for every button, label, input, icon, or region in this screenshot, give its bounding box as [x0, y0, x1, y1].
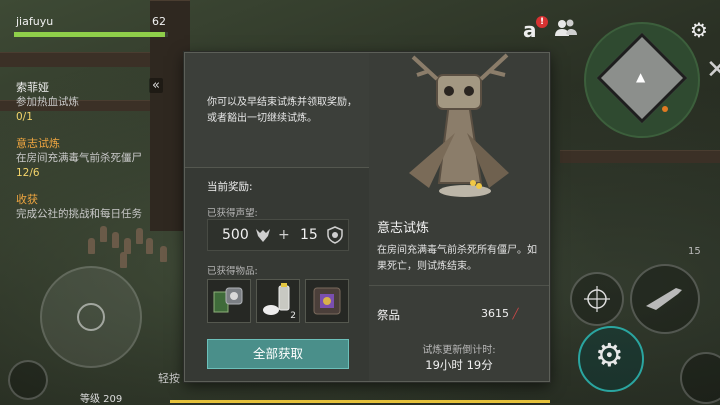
health-bar [14, 32, 168, 37]
quest-desc: 参加热血试炼 [16, 96, 79, 108]
player-level: 62 [152, 15, 166, 28]
craft-settings-button[interactable]: ⚙ [578, 326, 644, 392]
quest-desc: 在房间充满毒气前杀死僵尸 [16, 152, 142, 164]
plus-sign: + [278, 227, 290, 243]
purple-crate-icon [313, 287, 341, 315]
weapon-button[interactable] [630, 264, 700, 334]
reward-slot[interactable] [207, 279, 251, 323]
ammo-count: 15 [688, 246, 701, 257]
joystick-knob[interactable] [77, 303, 105, 331]
quest-item-sofia[interactable]: 索菲娅 参加热血试炼 0/1 [16, 80, 79, 125]
quest-title: 索菲娅 [16, 81, 49, 94]
reputation-box: 500 + 15 [207, 219, 349, 251]
poi-marker-icon [662, 106, 668, 112]
sacrifice-amount: 3615 [481, 307, 509, 320]
reputation-a-value: 500 [222, 227, 249, 243]
quest-title: 意志试炼 [16, 137, 60, 150]
alert-badge: ! [536, 16, 548, 28]
dpad-button[interactable] [8, 360, 48, 400]
rewards-title: 当前奖励: [207, 181, 253, 193]
dialog-left-panel: 你可以及早结束试炼并领取奖励，或者豁出一切继续试炼。 当前奖励: 已获得声望: … [185, 53, 369, 381]
chat-hint[interactable]: 轻按 [158, 370, 180, 386]
friends-icon[interactable] [554, 18, 578, 43]
aim-button[interactable] [570, 272, 624, 326]
item-count: 2 [290, 311, 296, 321]
settings-gear-icon[interactable]: ⚙ [690, 18, 708, 42]
player-name: jiafuyu [16, 15, 54, 28]
rifle-icon [646, 288, 682, 310]
minimap[interactable]: ▲ [584, 22, 700, 138]
letter-a-icon[interactable]: a [523, 18, 537, 42]
gears-icon: ⚙ [595, 336, 624, 374]
trial-description: 在房间充满毒气前杀死所有僵尸。如果死亡，则试炼结束。 [377, 245, 537, 272]
health-bar-fill [14, 32, 165, 37]
quest-title: 收获 [16, 193, 38, 206]
items-label: 已获得物品: [207, 266, 258, 277]
dialog-intro-text: 你可以及早结束试炼并领取奖励，或者豁出一切继续试炼。 [207, 97, 357, 124]
trial-dialog: 你可以及早结束试炼并领取奖励，或者豁出一切继续试炼。 当前奖励: 已获得声望: … [184, 52, 720, 382]
claim-all-button[interactable]: 全部获取 [207, 339, 349, 369]
trial-totem-icon [409, 53, 509, 197]
movement-joystick[interactable] [40, 266, 142, 368]
xp-level-label: 等级 209 [80, 394, 123, 405]
reputation-b-value: 15 [300, 227, 318, 243]
collapse-quests-icon[interactable]: « [149, 78, 163, 93]
player-marker-icon: ▲ [636, 70, 646, 84]
reputation-label: 已获得声望: [207, 208, 258, 219]
reward-slot[interactable] [305, 279, 349, 323]
shield-emblem-icon [327, 226, 343, 244]
sacrifice-value: 3615 ╱ [481, 307, 519, 320]
reward-slot[interactable]: 2 [256, 279, 300, 323]
quest-item-harvest[interactable]: 收获 完成公社的挑战和每日任务 [16, 192, 142, 222]
timer-label: 试炼更新倒计时: [422, 345, 496, 356]
divider [369, 285, 549, 286]
xp-bar [170, 400, 550, 403]
friends-glyph [555, 19, 577, 36]
quest-progress: 12/6 [16, 167, 40, 179]
blood-drop-icon: ╱ [512, 309, 519, 320]
quest-desc: 完成公社的挑战和每日任务 [16, 208, 142, 220]
dialog-right-panel: ✕ 意志试炼 在房间充满毒气前杀死所有僵尸。如果死亡，则试炼结束。 祭品 361… [369, 53, 720, 381]
timer-value: 19小时 19分 [425, 358, 493, 372]
wolf-emblem-icon [256, 229, 270, 242]
crosshair-icon [584, 286, 610, 312]
close-dialog-icon[interactable]: ✕ [706, 57, 720, 83]
sacrifice-label: 祭品 [377, 308, 400, 322]
quest-item-will-trial[interactable]: 意志试炼 在房间充满毒气前杀死僵尸 12/6 [16, 136, 142, 181]
quest-progress: 0/1 [16, 111, 33, 123]
blueprint-items-icon [213, 287, 243, 313]
trial-title: 意志试炼 [377, 221, 430, 236]
